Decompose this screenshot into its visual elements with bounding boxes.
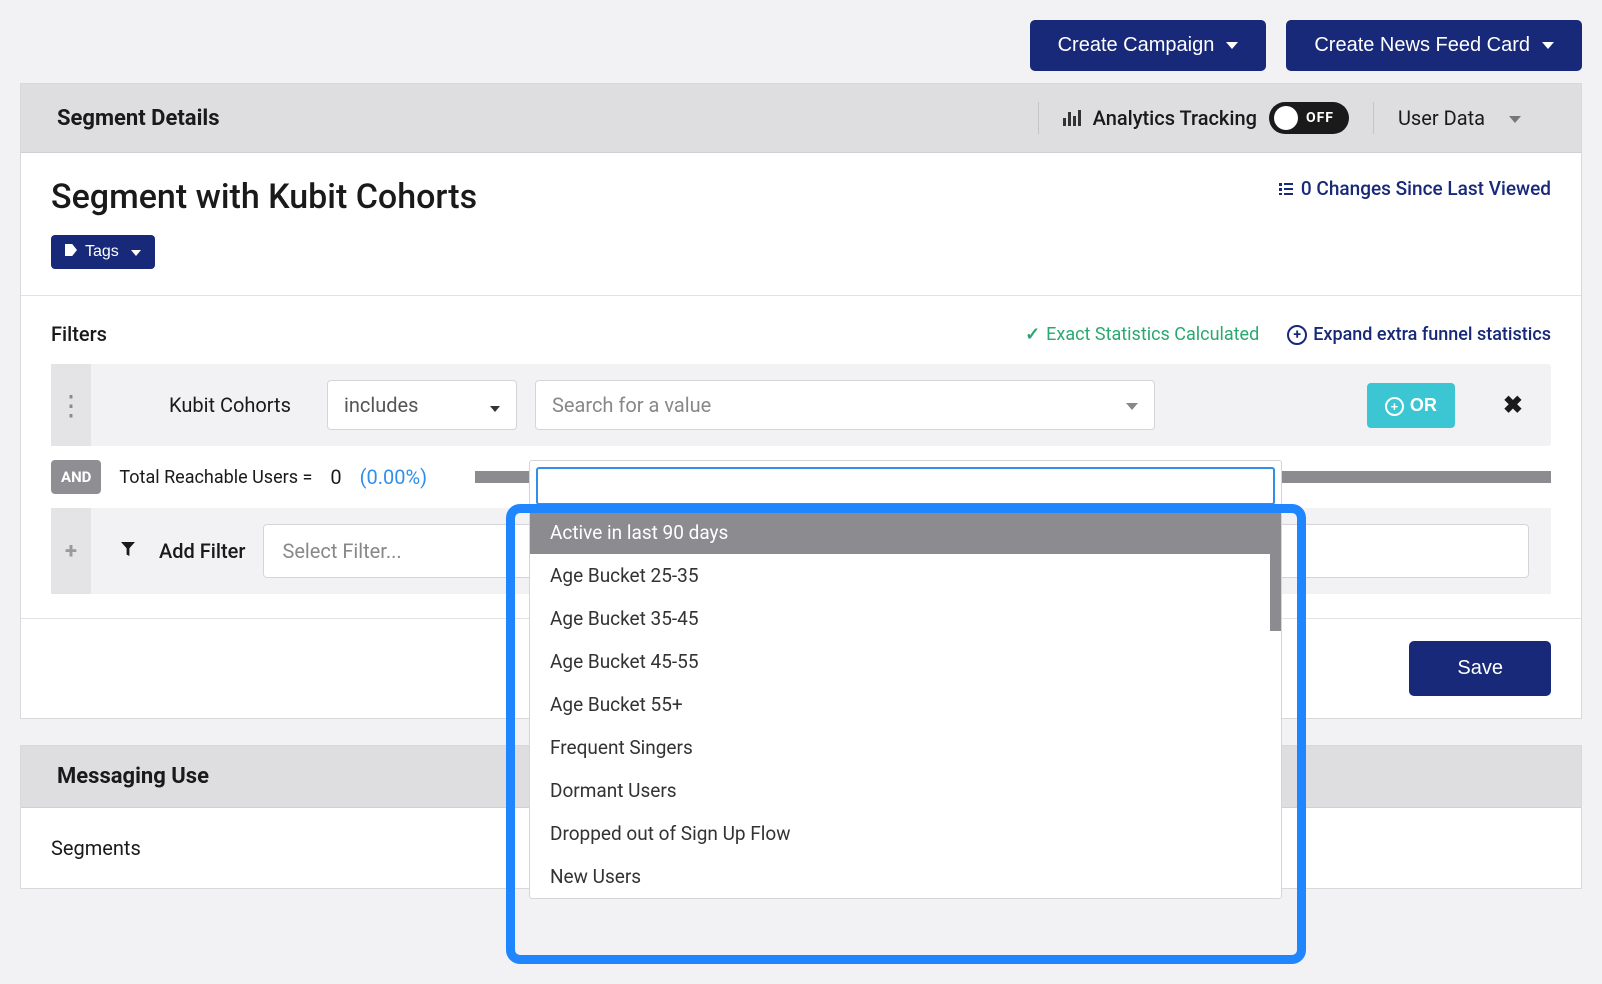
toggle-knob <box>1274 106 1298 130</box>
plus-circle-icon <box>1287 323 1307 345</box>
and-chip: AND <box>51 460 101 494</box>
dropdown-option[interactable]: Dormant Users <box>530 769 1281 812</box>
filter-field-label: Kubit Cohorts <box>169 393 309 417</box>
add-filter-handle[interactable] <box>51 508 91 594</box>
divider <box>21 295 1581 296</box>
exact-stats-indicator: Exact Statistics Calculated <box>1025 323 1259 345</box>
check-icon <box>1025 324 1040 345</box>
segment-title: Segment with Kubit Cohorts <box>51 177 477 217</box>
create-news-feed-label: Create News Feed Card <box>1314 34 1530 57</box>
filters-header: Filters Exact Statistics Calculated Expa… <box>51 322 1551 346</box>
create-campaign-button[interactable]: Create Campaign <box>1030 20 1267 71</box>
reach-value: 0 <box>330 465 341 489</box>
changes-link-text: 0 Changes Since Last Viewed <box>1301 177 1551 200</box>
includes-select[interactable]: includes <box>327 380 517 430</box>
chevron-down-icon <box>1538 34 1554 57</box>
filters-label: Filters <box>51 322 107 346</box>
analytics-tracking-toggle[interactable]: OFF <box>1269 102 1349 134</box>
panel-header: Segment Details Analytics Tracking OFF U… <box>21 84 1581 153</box>
header-right: Analytics Tracking OFF User Data <box>1038 102 1545 134</box>
reach-label: Total Reachable Users = <box>119 467 312 488</box>
list-icon <box>1279 177 1293 200</box>
changes-since-last-viewed-link[interactable]: 0 Changes Since Last Viewed <box>1279 177 1551 200</box>
dropdown-option[interactable]: Frequent Singers <box>530 726 1281 769</box>
caret-down-icon <box>486 393 500 417</box>
reach-percent: (0.00%) <box>360 465 427 489</box>
dropdown-option-list: Active in last 90 daysAge Bucket 25-35Ag… <box>530 511 1281 898</box>
page-root: Create Campaign Create News Feed Card Se… <box>0 0 1602 984</box>
save-button[interactable]: Save <box>1409 641 1551 696</box>
filter-row: Kubit Cohorts includes Search for a valu… <box>51 364 1551 446</box>
tag-icon <box>65 243 77 261</box>
chevron-down-icon <box>1222 34 1238 57</box>
select-filter-placeholder: Select Filter... <box>282 539 401 563</box>
or-button[interactable]: OR <box>1367 383 1455 428</box>
value-search-select[interactable]: Search for a value <box>535 380 1155 430</box>
dropdown-search-input[interactable] <box>536 467 1275 505</box>
funnel-icon <box>121 541 141 561</box>
bar-chart-icon <box>1063 110 1081 126</box>
remove-filter-button[interactable]: ✖ <box>1503 391 1523 419</box>
stats-links: Exact Statistics Calculated Expand extra… <box>1025 323 1551 345</box>
add-filter-label: Add Filter <box>159 539 245 563</box>
exact-stats-text: Exact Statistics Calculated <box>1046 324 1259 345</box>
panel-title: Segment Details <box>57 106 220 131</box>
messaging-panel-title: Messaging Use <box>57 764 209 789</box>
value-placeholder: Search for a value <box>552 393 711 417</box>
scrollbar[interactable] <box>1270 511 1281 631</box>
dropdown-option[interactable]: Dropped out of Sign Up Flow <box>530 812 1281 855</box>
save-label: Save <box>1457 657 1503 680</box>
chevron-down-icon <box>1505 106 1521 130</box>
includes-value: includes <box>344 393 418 417</box>
create-news-feed-button[interactable]: Create News Feed Card <box>1286 20 1582 71</box>
tags-label: Tags <box>85 243 119 261</box>
plus-circle-icon <box>1385 395 1404 416</box>
dropdown-option[interactable]: Age Bucket 35-45 <box>530 597 1281 640</box>
dropdown-option[interactable]: Age Bucket 55+ <box>530 683 1281 726</box>
dropdown-option[interactable]: Age Bucket 25-35 <box>530 554 1281 597</box>
value-dropdown: Active in last 90 daysAge Bucket 25-35Ag… <box>529 460 1282 899</box>
create-campaign-label: Create Campaign <box>1058 34 1215 57</box>
or-label: OR <box>1410 395 1437 416</box>
user-data-label: User Data <box>1398 106 1485 130</box>
top-actions: Create Campaign Create News Feed Card <box>20 20 1582 71</box>
title-row: Segment with Kubit Cohorts 0 Changes Sin… <box>51 177 1551 217</box>
dropdown-option[interactable]: Age Bucket 45-55 <box>530 640 1281 683</box>
analytics-tracking-label: Analytics Tracking <box>1093 106 1257 130</box>
caret-down-icon <box>127 243 141 261</box>
dropdown-option[interactable]: Active in last 90 days <box>530 511 1281 554</box>
toggle-state: OFF <box>1306 110 1334 126</box>
dropdown-option[interactable]: New Users <box>530 855 1281 898</box>
user-data-dropdown[interactable]: User Data <box>1374 106 1545 130</box>
analytics-tracking: Analytics Tracking OFF <box>1039 102 1373 134</box>
tags-button[interactable]: Tags <box>51 235 155 269</box>
drag-handle[interactable] <box>51 364 91 446</box>
chevron-down-icon <box>1122 393 1138 417</box>
expand-funnel-stats-link[interactable]: Expand extra funnel statistics <box>1287 323 1551 345</box>
expand-funnel-text: Expand extra funnel statistics <box>1313 324 1551 345</box>
